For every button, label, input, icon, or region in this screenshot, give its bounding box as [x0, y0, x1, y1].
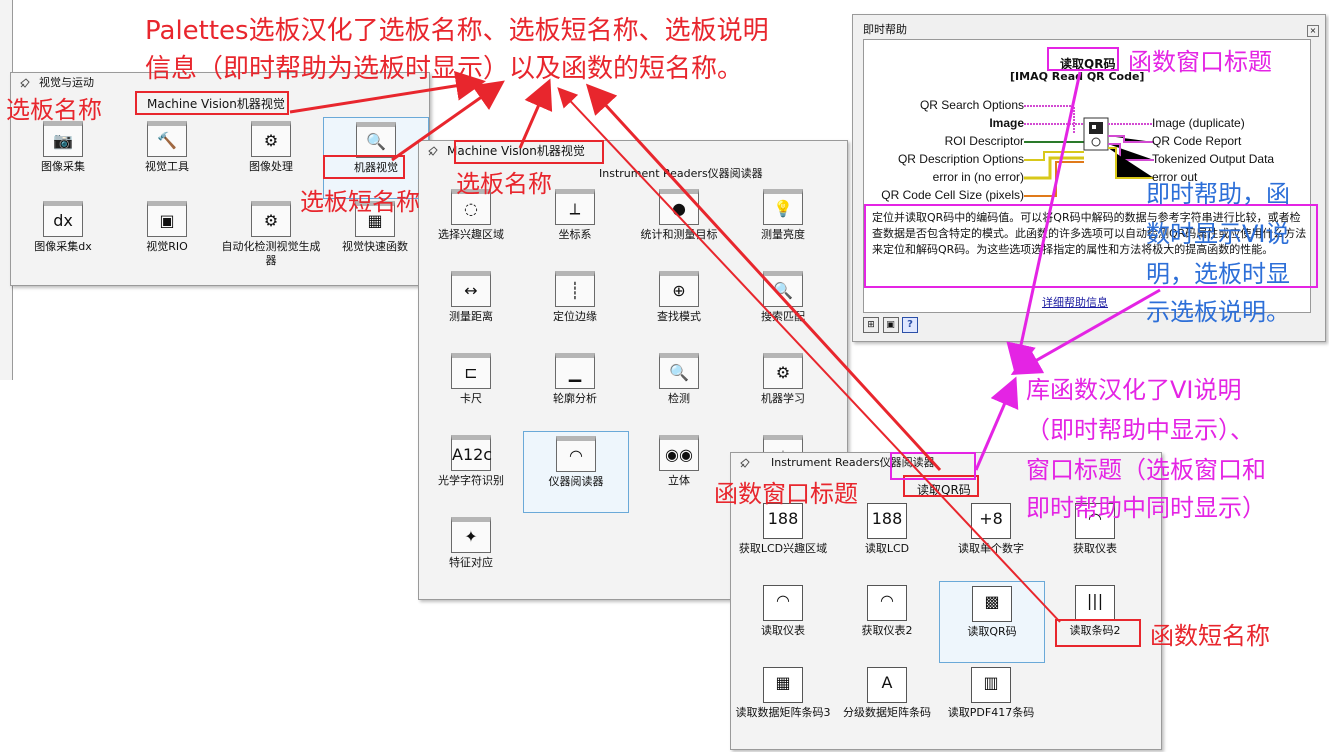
annotation-help-line2: 数时显示VI说	[1146, 220, 1290, 248]
annotation-palette-name-2: 选板名称	[456, 170, 552, 198]
annotation-func-short-name: 函数短名称	[1150, 622, 1270, 650]
annotation-lib-line3: 窗口标题（选板窗口和	[1026, 456, 1266, 484]
annotation-lib-line2: （即时帮助中显示）、	[1026, 416, 1254, 444]
annotation-lib-line1: 库函数汉化了VI说明	[1026, 376, 1242, 404]
annotation-func-window-title-1: 函数窗口标题	[714, 480, 858, 508]
annotation-lib-line4: 即时帮助中同时显示）	[1026, 494, 1266, 522]
annotation-top-line2: 信息（即时帮助为选板时显示）以及函数的短名称。	[145, 54, 744, 84]
annotation-help-line4: 示选板说明。	[1146, 298, 1290, 326]
annotation-help-line3: 明，选板时显	[1146, 260, 1290, 288]
annotation-func-window-title-2: 函数窗口标题	[1128, 48, 1272, 76]
annotation-help-line1: 即时帮助，函	[1146, 180, 1290, 208]
annotation-palette-short-name: 选板短名称	[300, 188, 420, 216]
annotation-palette-name-1: 选板名称	[6, 96, 102, 124]
annotation-top-line1: Palettes选板汉化了选板名称、选板短名称、选板说明	[145, 16, 769, 46]
